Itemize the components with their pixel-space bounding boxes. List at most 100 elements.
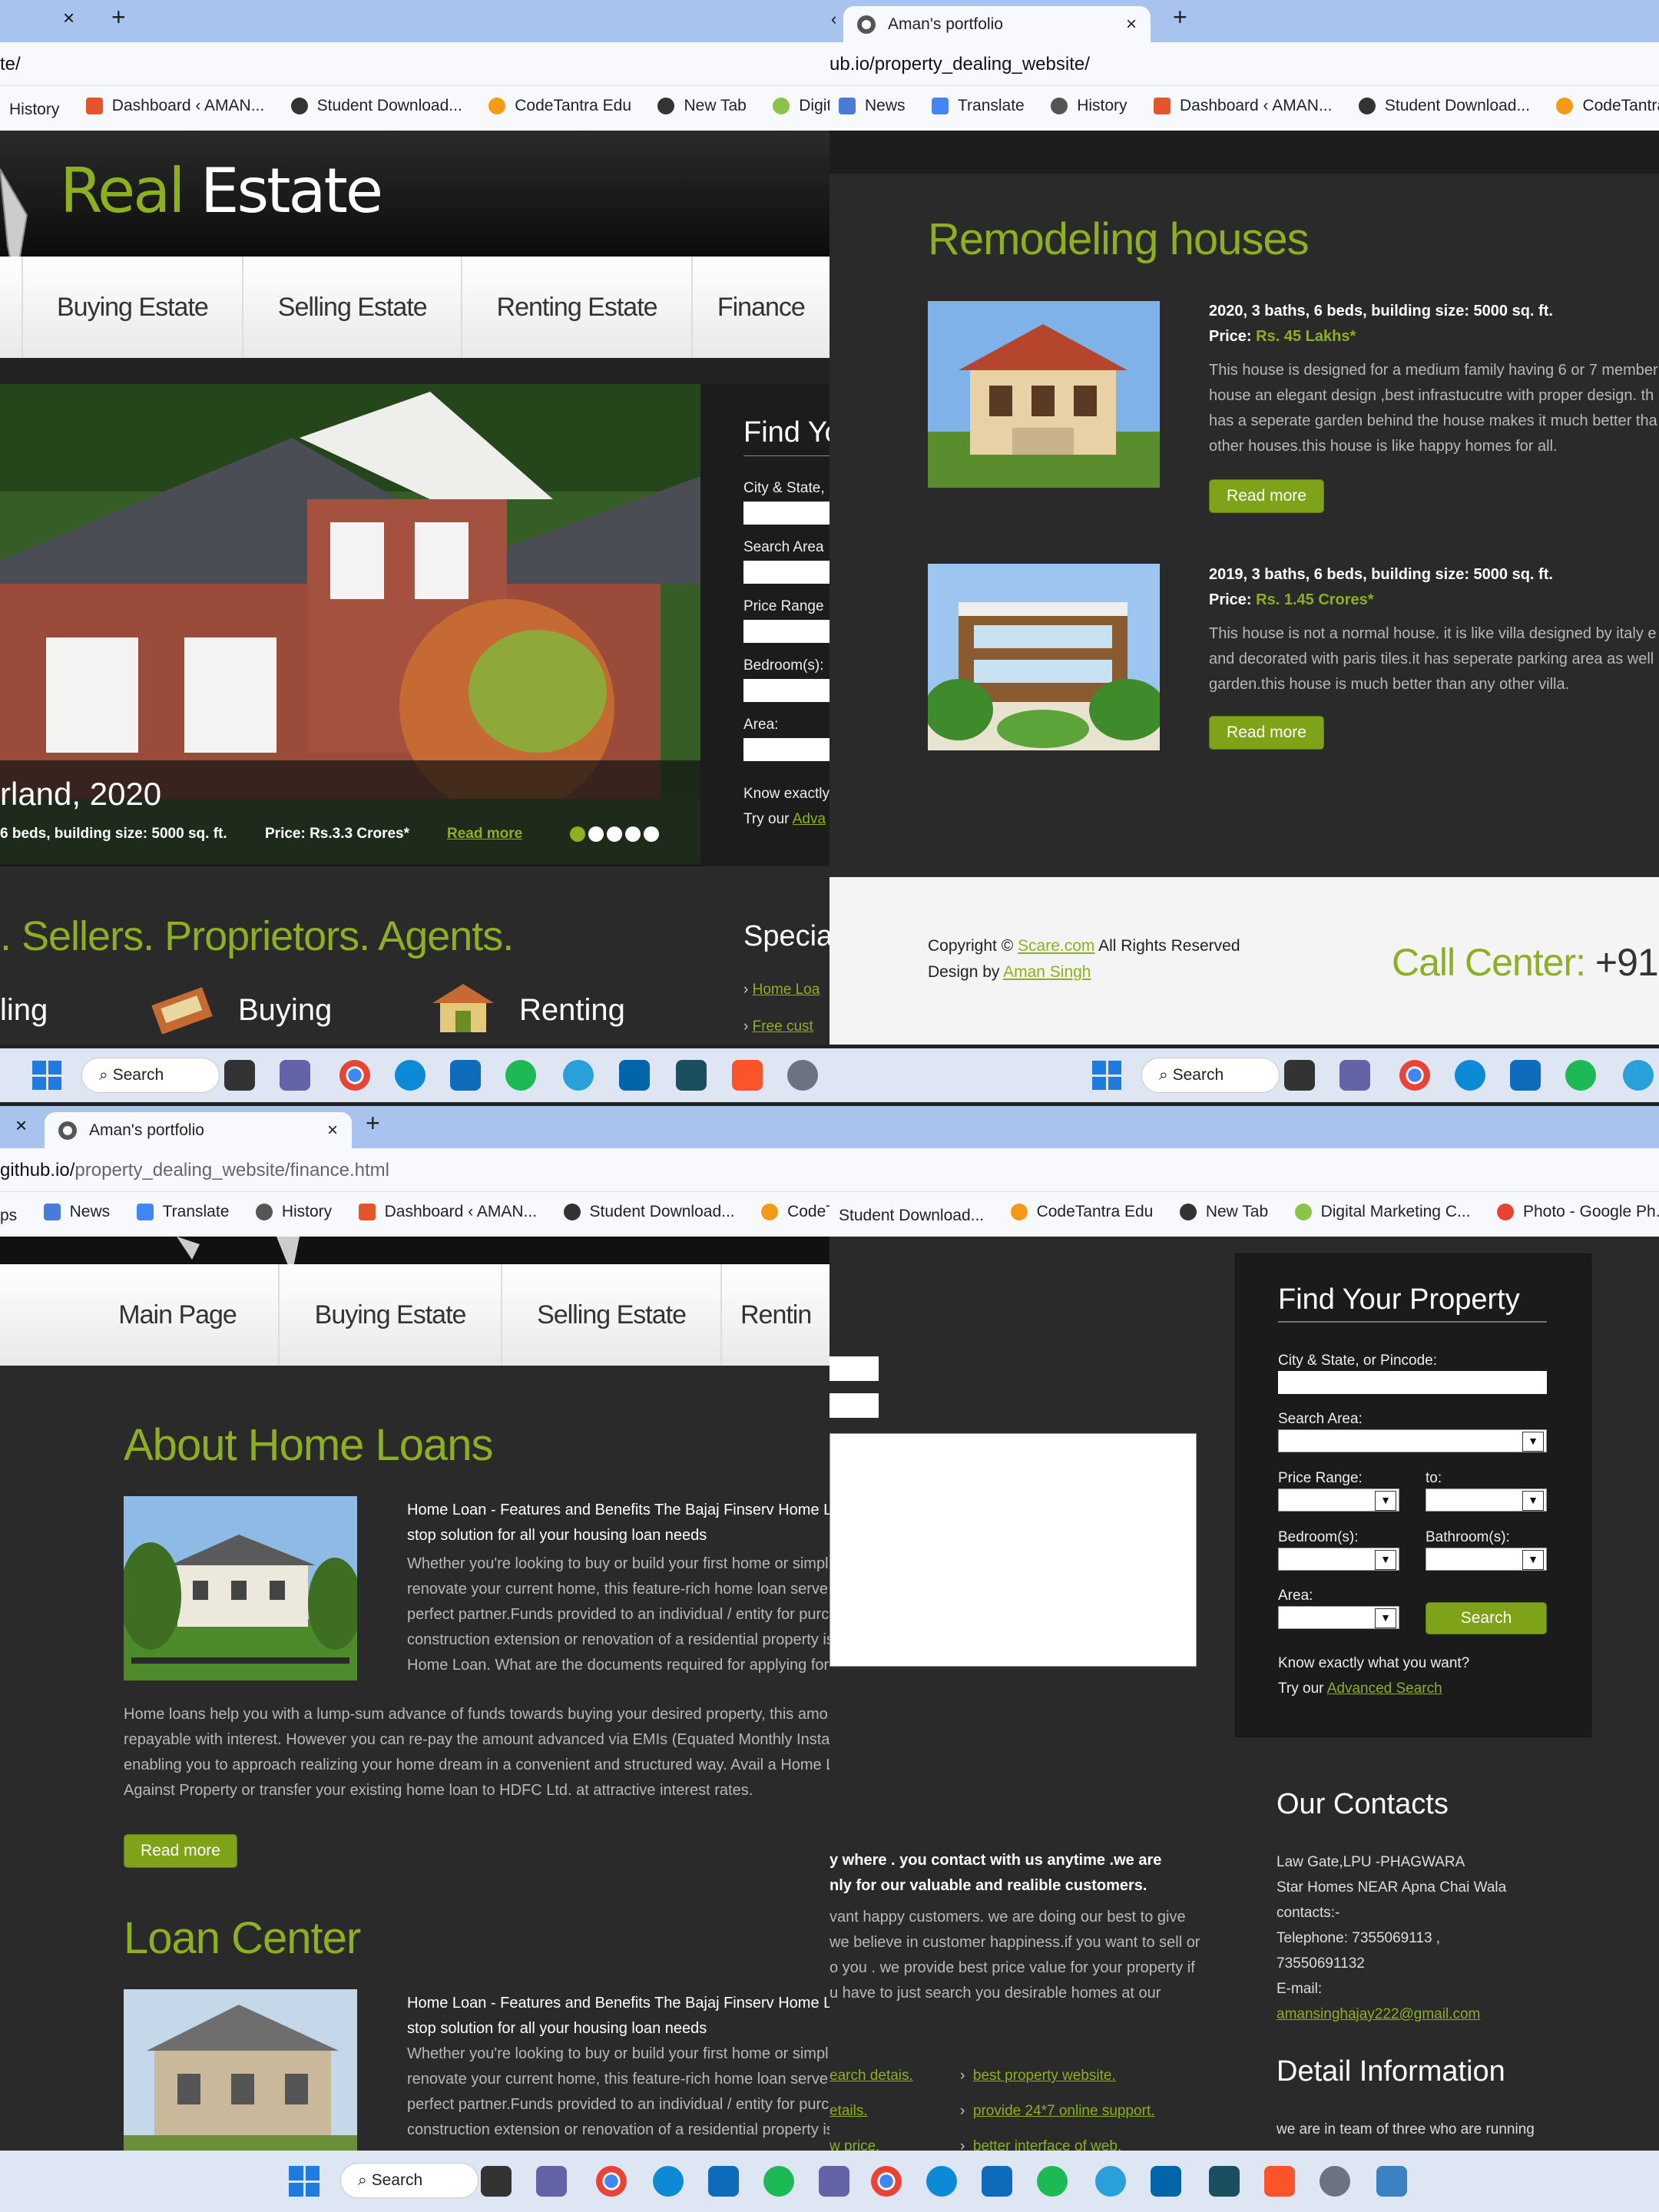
search-button[interactable]: Search <box>1426 1602 1547 1634</box>
address-bar[interactable] <box>830 1148 1659 1192</box>
price-min-select[interactable] <box>1278 1488 1399 1512</box>
bookmark-translate[interactable]: Translate <box>931 97 1025 115</box>
bookmark-student[interactable]: Student Download... <box>290 97 462 115</box>
nav-buying[interactable]: Buying Estate <box>280 1264 502 1366</box>
address-bar[interactable]: te/ <box>0 42 830 86</box>
bookmark-student[interactable]: Student Download... <box>563 1203 735 1221</box>
bedroom-select[interactable] <box>743 679 830 702</box>
windows-start-icon[interactable] <box>32 1061 61 1090</box>
bookmark-digital[interactable]: Digital Ma <box>773 97 830 115</box>
new-tab-button[interactable]: + <box>111 3 126 31</box>
price-max-select[interactable] <box>1426 1488 1547 1512</box>
vscode-icon[interactable] <box>619 1060 650 1091</box>
address-bar[interactable]: ub.io/property_dealing_website/ <box>830 42 1659 86</box>
task-view-icon[interactable] <box>481 2166 512 2197</box>
area-select[interactable] <box>743 561 830 584</box>
nav-selling[interactable]: Selling Estate <box>502 1264 723 1366</box>
site-logo[interactable]: Real Estate <box>60 155 383 227</box>
bathroom-select[interactable] <box>1426 1548 1547 1571</box>
tab-close-icon[interactable]: × <box>1126 14 1137 35</box>
bookmark-news[interactable]: News <box>839 97 906 115</box>
photos-icon[interactable] <box>1376 2166 1407 2197</box>
slider-dot-active[interactable] <box>570 826 585 842</box>
about-read-more-button[interactable]: Read more <box>124 1834 237 1868</box>
spotify-icon[interactable] <box>505 1060 536 1091</box>
contact-email-input[interactable] <box>830 1393 879 1418</box>
mail-icon[interactable] <box>450 1060 481 1091</box>
app-icon[interactable] <box>1209 2166 1240 2197</box>
area-select[interactable] <box>1278 1606 1399 1629</box>
special-link-1[interactable]: › Home Loa <box>743 982 820 998</box>
link-left-1[interactable]: earch detais. <box>830 2058 913 2094</box>
task-view-icon[interactable] <box>224 1060 255 1091</box>
nav-main-page[interactable]: Main Page <box>77 1264 280 1366</box>
scare-link[interactable]: Scare.com <box>1018 937 1094 955</box>
bookmark-digital[interactable]: Digital Marketing C... <box>1294 1203 1471 1221</box>
taskbar-search[interactable]: ⌕ Search <box>81 1058 220 1093</box>
nav-finance[interactable]: Finance <box>693 257 830 358</box>
bookmark-codetantra[interactable]: CodeTantra Edu <box>1010 1203 1153 1221</box>
city-input[interactable] <box>1278 1371 1547 1394</box>
edge-icon[interactable] <box>1455 1060 1485 1091</box>
spotify-icon[interactable] <box>1565 1060 1596 1091</box>
advanced-search-link[interactable]: Adva <box>793 811 826 827</box>
slider-dot[interactable] <box>625 826 641 842</box>
slider-dot[interactable] <box>588 826 604 842</box>
bookmark-photos[interactable]: Photo - Google Ph... <box>1496 1203 1659 1221</box>
link-left-2[interactable]: etails. <box>830 2094 913 2129</box>
nav-renting[interactable]: Rentin <box>722 1264 830 1366</box>
new-tab-button[interactable]: + <box>1173 3 1187 31</box>
settings-gear-icon[interactable] <box>787 1060 818 1091</box>
bookmark-codetantra[interactable]: CodeTantra Edu <box>488 97 631 115</box>
link-left-3[interactable]: w price. <box>830 2129 913 2151</box>
slide-read-more[interactable]: Read more <box>447 826 522 843</box>
slider-dot[interactable] <box>644 826 659 842</box>
bookmark-news[interactable]: News <box>43 1203 110 1221</box>
bookmark-codetantra[interactable]: CodeTantra <box>761 1203 830 1221</box>
nav-renting[interactable]: Renting Estate <box>462 257 693 358</box>
email-link[interactable]: amansinghajay222@gmail.com <box>1277 2002 1506 2027</box>
settings-gear-icon[interactable] <box>1320 2166 1350 2197</box>
bookmark-dashboard[interactable]: Dashboard ‹ AMAN... <box>85 97 264 115</box>
contact-message-textarea[interactable] <box>830 1433 1197 1667</box>
vscode-icon[interactable] <box>1151 2166 1181 2197</box>
teams-icon[interactable] <box>536 2166 567 2197</box>
windows-start-icon[interactable] <box>289 2166 320 2197</box>
bookmark-translate[interactable]: Translate <box>136 1203 229 1221</box>
edge-icon[interactable] <box>926 2166 957 2197</box>
item-2-read-more-button[interactable]: Read more <box>1209 716 1324 750</box>
telegram-icon[interactable] <box>563 1060 594 1091</box>
tab-close-icon[interactable]: × <box>15 1114 27 1137</box>
link-right-1[interactable]: › best property website. <box>960 2058 1155 2094</box>
chrome-icon[interactable] <box>596 2166 627 2197</box>
telegram-icon[interactable] <box>1095 2166 1126 2197</box>
bookmark-codetantra[interactable]: CodeTantra Edu <box>1556 97 1659 115</box>
chrome-icon[interactable] <box>339 1060 370 1091</box>
app-icon[interactable] <box>676 1060 707 1091</box>
tab-close-icon[interactable]: × <box>327 1120 338 1141</box>
edge-icon[interactable] <box>395 1060 426 1091</box>
item-1-read-more-button[interactable]: Read more <box>1209 479 1324 513</box>
bookmark-history[interactable]: History <box>255 1203 332 1221</box>
designer-link[interactable]: Aman Singh <box>1003 963 1091 981</box>
contact-name-input[interactable] <box>830 1356 879 1381</box>
bookmark-history[interactable]: History <box>1051 97 1128 115</box>
bookmark-history[interactable]: History <box>9 101 59 119</box>
nav-buying[interactable]: Buying Estate <box>23 257 244 358</box>
link-right-2[interactable]: › provide 24*7 online support. <box>960 2094 1155 2129</box>
areasize-select[interactable] <box>743 738 830 761</box>
bookmark-newtab[interactable]: New Tab <box>657 97 747 115</box>
mail-icon[interactable] <box>982 2166 1012 2197</box>
special-link-2[interactable]: › Free cust <box>743 1018 813 1035</box>
bookmark-dashboard[interactable]: Dashboard ‹ AMAN... <box>358 1203 537 1221</box>
slider-dot[interactable] <box>607 826 622 842</box>
telegram-icon[interactable] <box>1623 1060 1654 1091</box>
task-view-icon[interactable] <box>1284 1060 1315 1091</box>
link-right-3[interactable]: › better interface of web. <box>960 2129 1155 2151</box>
bookmark-newtab[interactable]: New Tab <box>1179 1203 1268 1221</box>
mail-icon[interactable] <box>1510 1060 1541 1091</box>
teams-icon[interactable] <box>280 1060 310 1091</box>
address-bar[interactable]: github.io/property_dealing_website/finan… <box>0 1148 830 1192</box>
bookmark-student[interactable]: Student Download... <box>1358 97 1530 115</box>
edge-icon[interactable] <box>653 2166 684 2197</box>
